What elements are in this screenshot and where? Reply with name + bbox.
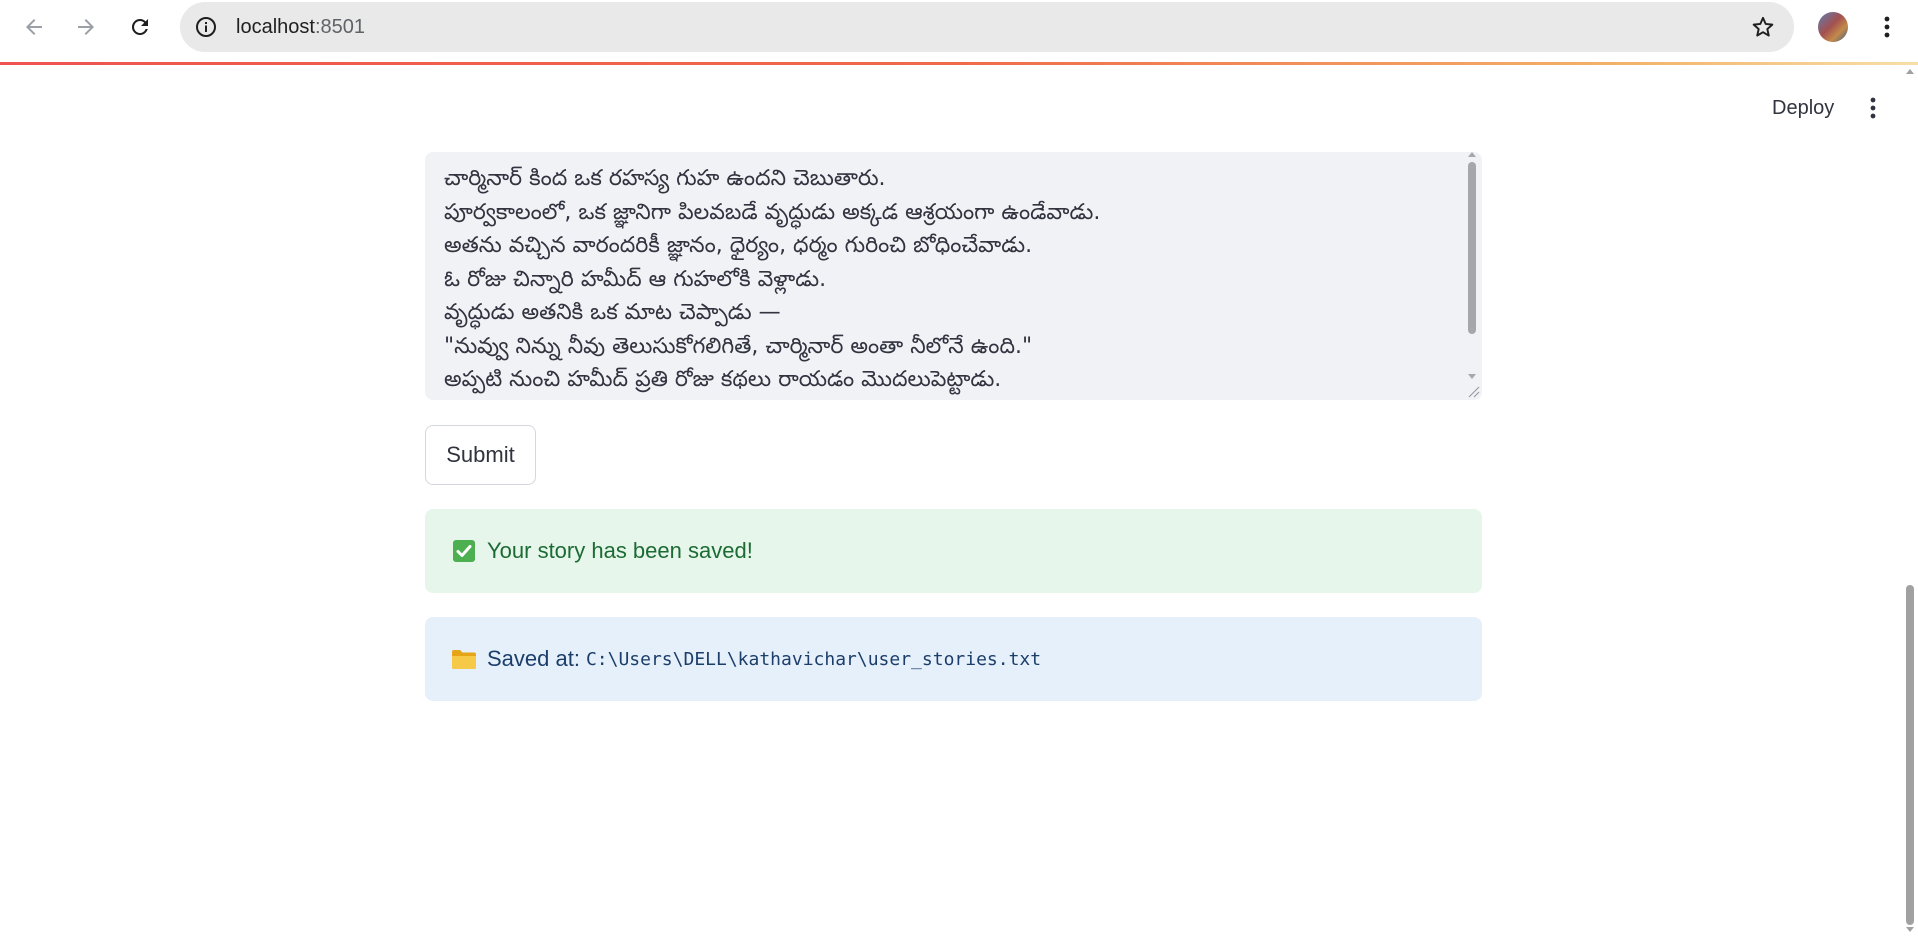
page-scrollbar[interactable] [1902, 65, 1918, 937]
story-text[interactable]: చార్మినార్ కింద ఒక రహస్య గుహ ఉందని చెబుత… [444, 162, 1456, 397]
saved-at-label: Saved at: [487, 646, 580, 671]
forward-button[interactable] [68, 9, 104, 45]
url-host: localhost [236, 16, 315, 38]
scroll-down-icon[interactable] [1906, 927, 1914, 932]
submit-button[interactable]: Submit [425, 425, 536, 485]
deploy-button[interactable]: Deploy [1758, 88, 1848, 128]
folder-icon [451, 646, 477, 672]
scroll-up-icon[interactable] [1468, 152, 1476, 157]
back-button[interactable] [16, 9, 52, 45]
address-bar[interactable]: localhost:8501 [180, 2, 1794, 52]
app-menu-button[interactable] [1858, 92, 1888, 124]
resize-handle-icon[interactable] [1466, 384, 1480, 398]
url-text[interactable]: localhost:8501 [236, 16, 365, 39]
kebab-menu-icon [1870, 97, 1876, 119]
scroll-down-icon[interactable] [1468, 374, 1476, 379]
avatar[interactable] [1818, 12, 1848, 42]
reload-icon [131, 18, 148, 35]
saved-file-path: C:\Users\DELL\kathavichar\user_stories.t… [585, 648, 1042, 670]
url-port: :8501 [314, 16, 365, 38]
info-icon[interactable] [194, 15, 218, 39]
app-decoration-bar [0, 62, 1918, 65]
scroll-up-icon[interactable] [1906, 69, 1914, 74]
check-mark-button-icon [451, 538, 477, 564]
arrow-left-icon [26, 19, 42, 35]
star-icon[interactable] [1750, 14, 1776, 40]
info-alert: Saved at: C:\Users\DELL\kathavichar\user… [425, 617, 1482, 701]
reload-button[interactable] [122, 9, 158, 45]
story-textarea[interactable]: చార్మినార్ కింద ఒక రహస్య గుహ ఉందని చెబుత… [425, 152, 1482, 400]
success-alert: Your story has been saved! [425, 509, 1482, 593]
success-message: Your story has been saved! [487, 538, 753, 563]
scrollbar-thumb[interactable] [1468, 162, 1476, 334]
browser-menu-button[interactable] [1872, 9, 1902, 45]
textarea-scrollbar[interactable] [1462, 152, 1482, 400]
scrollbar-thumb[interactable] [1906, 585, 1914, 925]
arrow-right-icon [78, 19, 94, 35]
kebab-menu-icon [1884, 16, 1890, 38]
browser-toolbar: localhost:8501 [0, 0, 1918, 62]
